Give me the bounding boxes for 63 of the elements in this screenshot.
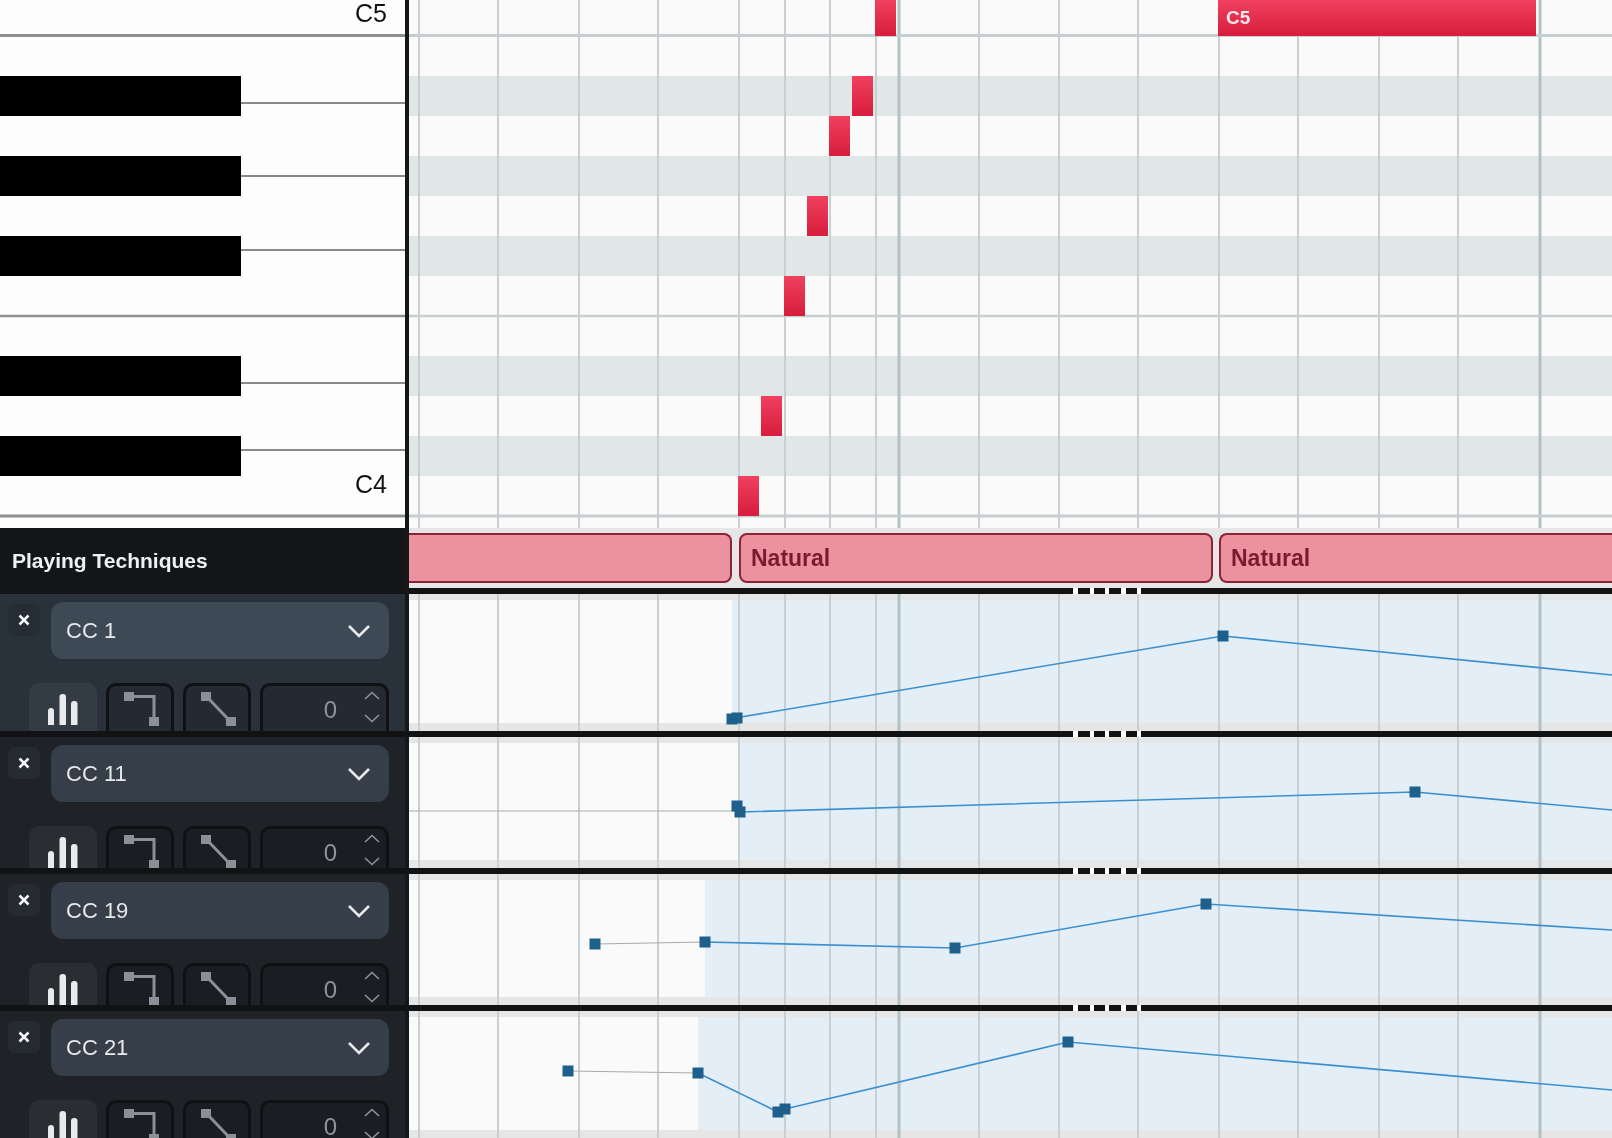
draw-mode-button[interactable] (29, 683, 97, 731)
chevron-up-icon[interactable] (364, 971, 380, 980)
bar-chart-icon (48, 974, 78, 1005)
step-line-icon (123, 692, 159, 726)
drag-handle-icon[interactable] (1073, 1005, 1141, 1011)
drag-handle-icon[interactable] (1073, 868, 1141, 874)
draw-mode-button[interactable] (183, 826, 251, 868)
draw-mode-button[interactable] (183, 683, 251, 731)
technique-block[interactable]: Natural (739, 533, 1213, 583)
draw-mode-button[interactable] (29, 963, 97, 1005)
technique-block[interactable] (409, 533, 732, 583)
chevron-down-icon[interactable] (364, 857, 380, 866)
diagonal-line-icon (200, 835, 236, 868)
close-icon (18, 894, 30, 906)
chevron-down-icon (347, 903, 371, 918)
value-field[interactable]: 0 (260, 826, 389, 868)
chevron-down-icon[interactable] (364, 714, 380, 723)
value-field[interactable]: 0 (260, 1100, 389, 1138)
section-title: Playing Techniques (12, 549, 208, 573)
drag-handle-icon[interactable] (1073, 588, 1141, 594)
chevron-down-icon[interactable] (364, 1131, 380, 1138)
chevron-down-icon (347, 1040, 371, 1055)
chevron-down-icon[interactable] (364, 994, 380, 1003)
remove-lane-button[interactable] (8, 604, 40, 636)
octave-label: C5 (355, 1, 387, 26)
technique-block[interactable]: Natural (1219, 533, 1612, 583)
draw-mode-button[interactable] (106, 963, 174, 1005)
close-icon (18, 1031, 30, 1043)
bar-chart-icon (48, 1111, 78, 1138)
controller-dropdown[interactable]: CC 11 (51, 745, 389, 802)
close-icon (18, 757, 30, 769)
draw-mode-button[interactable] (29, 1100, 97, 1138)
diagonal-line-icon (200, 692, 236, 726)
bar-chart-icon (48, 694, 78, 725)
draw-mode-button[interactable] (106, 683, 174, 731)
drag-handle-icon[interactable] (1073, 731, 1141, 737)
draw-mode-button[interactable] (106, 1100, 174, 1138)
chevron-down-icon (347, 623, 371, 638)
value-field[interactable]: 0 (260, 683, 389, 731)
chevron-down-icon (347, 766, 371, 781)
step-line-icon (123, 835, 159, 868)
step-line-icon (123, 972, 159, 1005)
step-line-icon (123, 1109, 159, 1138)
draw-mode-button[interactable] (29, 826, 97, 868)
diagonal-line-icon (200, 1109, 236, 1138)
chevron-up-icon[interactable] (364, 691, 380, 700)
draw-mode-button[interactable] (183, 963, 251, 1005)
close-icon (18, 614, 30, 626)
chevron-up-icon[interactable] (364, 1108, 380, 1117)
midi-note[interactable]: C5 (1218, 0, 1536, 36)
bar-chart-icon (48, 837, 78, 868)
controller-dropdown[interactable]: CC 1 (51, 602, 389, 659)
value-field[interactable]: 0 (260, 963, 389, 1005)
diagonal-line-icon (200, 972, 236, 1005)
draw-mode-button[interactable] (183, 1100, 251, 1138)
controller-dropdown[interactable]: CC 21 (51, 1019, 389, 1076)
chevron-up-icon[interactable] (364, 834, 380, 843)
remove-lane-button[interactable] (8, 747, 40, 779)
draw-mode-button[interactable] (106, 826, 174, 868)
controller-dropdown[interactable]: CC 19 (51, 882, 389, 939)
remove-lane-button[interactable] (8, 1021, 40, 1053)
octave-label: C4 (355, 472, 387, 497)
remove-lane-button[interactable] (8, 884, 40, 916)
